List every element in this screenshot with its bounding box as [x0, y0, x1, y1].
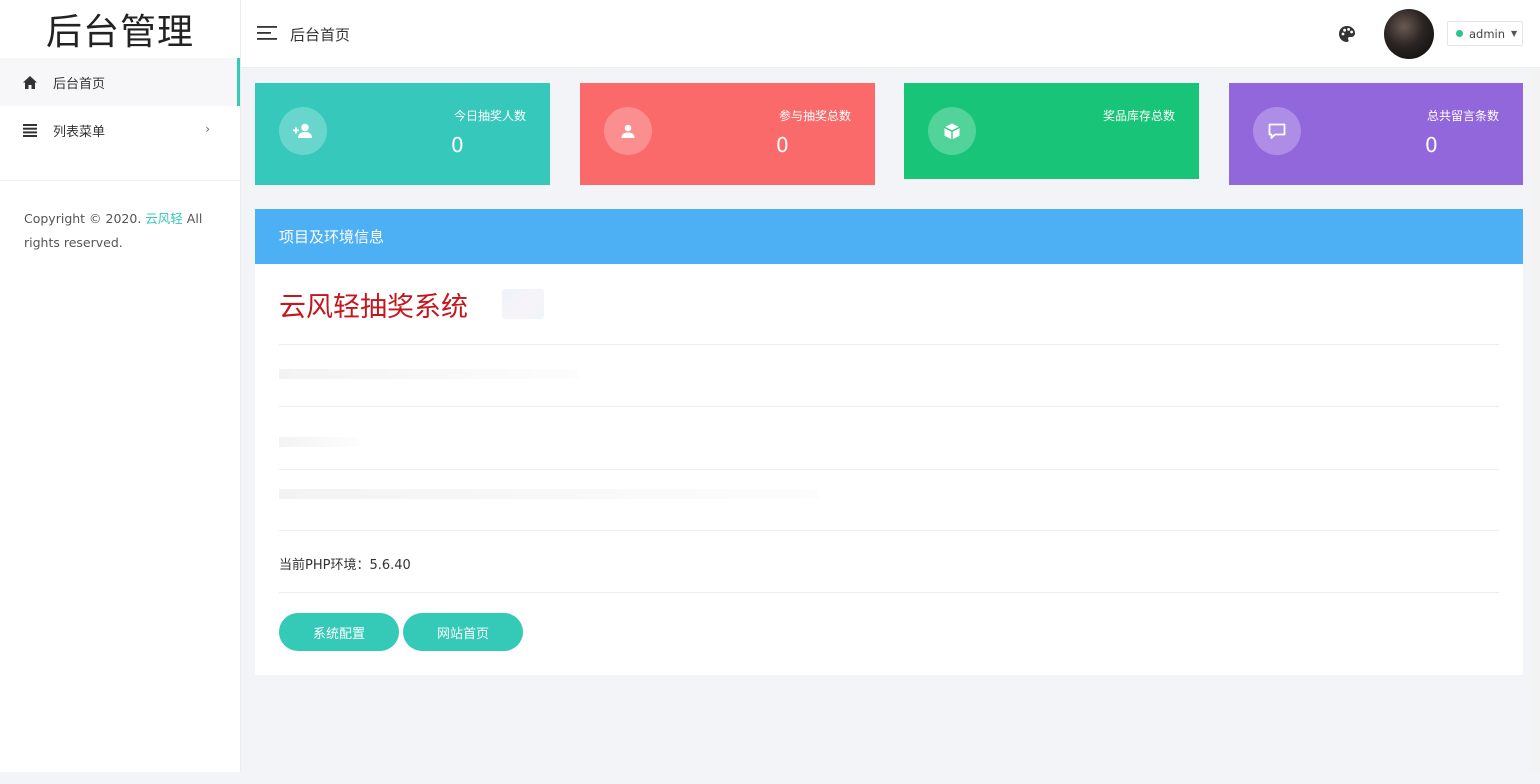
faded-info-row: [279, 489, 819, 499]
copyright-brand-link[interactable]: 云风轻: [145, 211, 183, 226]
chevron-right-icon: ›: [205, 122, 210, 136]
list-icon: [22, 122, 38, 138]
divider: [279, 344, 1499, 345]
copyright-text: Copyright © 2020. 云风轻 All rights reserve…: [0, 181, 240, 255]
stat-label: 总共留言条数: [1426, 109, 1499, 123]
user-icon: [604, 107, 652, 155]
stat-card-total-messages: 总共留言条数 0: [1229, 83, 1523, 185]
stat-label: 奖品库存总数: [1102, 109, 1175, 123]
stat-card-total-participants: 参与抽奖总数 0: [580, 83, 875, 185]
stat-label: 参与抽奖总数: [778, 109, 851, 123]
menu-toggle-icon[interactable]: [257, 25, 279, 43]
cube-icon: [928, 107, 976, 155]
divider: [279, 469, 1499, 470]
user-dropdown[interactable]: admin ▼: [1447, 21, 1523, 46]
username: admin: [1469, 26, 1506, 41]
scrollbar[interactable]: [1530, 68, 1540, 772]
divider: [279, 592, 1499, 593]
stat-value: 0: [451, 133, 464, 157]
online-status-dot: [1456, 30, 1463, 37]
faded-info-row: [279, 437, 359, 447]
caret-down-icon: ▼: [1511, 29, 1518, 38]
breadcrumb: 后台首页: [290, 26, 351, 44]
stat-card-prize-stock: 奖品库存总数: [904, 83, 1199, 179]
avatar[interactable]: [1384, 9, 1434, 59]
panel-title: 项目及环境信息: [255, 209, 1523, 264]
system-config-button[interactable]: 系统配置: [279, 613, 399, 651]
system-name: 云风轻抽奖系统: [279, 292, 468, 323]
stat-label: 今日抽奖人数: [453, 109, 526, 123]
sidebar-item-label: 后台首页: [53, 76, 106, 92]
sidebar-item-label: 列表菜单: [53, 124, 106, 140]
system-logo-image: [502, 289, 544, 319]
sidebar-item-list-menu[interactable]: 列表菜单 ›: [0, 106, 240, 154]
copyright-prefix: Copyright © 2020.: [24, 211, 142, 226]
sidebar: 后台管理 后台首页 列表菜单 › Copyright © 2020. 云风轻 A…: [0, 0, 241, 772]
user-plus-icon: [279, 107, 327, 155]
top-bar: 后台首页 admin ▼: [241, 0, 1540, 68]
app-logo: 后台管理: [45, 12, 194, 53]
stat-value: 0: [1425, 133, 1438, 157]
stat-value: 0: [776, 133, 789, 157]
home-icon: [22, 74, 38, 90]
stat-card-today-draws: 今日抽奖人数 0: [255, 83, 550, 185]
comment-icon: [1253, 107, 1301, 155]
divider: [279, 530, 1499, 531]
divider: [279, 406, 1499, 407]
sidebar-item-home[interactable]: 后台首页: [0, 58, 240, 106]
website-home-button[interactable]: 网站首页: [403, 613, 523, 651]
faded-info-row: [279, 369, 579, 379]
palette-icon[interactable]: [1337, 24, 1357, 44]
php-version: 当前PHP环境：5.6.40: [279, 558, 411, 573]
project-info-panel: 项目及环境信息 云风轻抽奖系统 当前PHP环境：5.6.40 系统配置 网站首页: [255, 209, 1523, 675]
